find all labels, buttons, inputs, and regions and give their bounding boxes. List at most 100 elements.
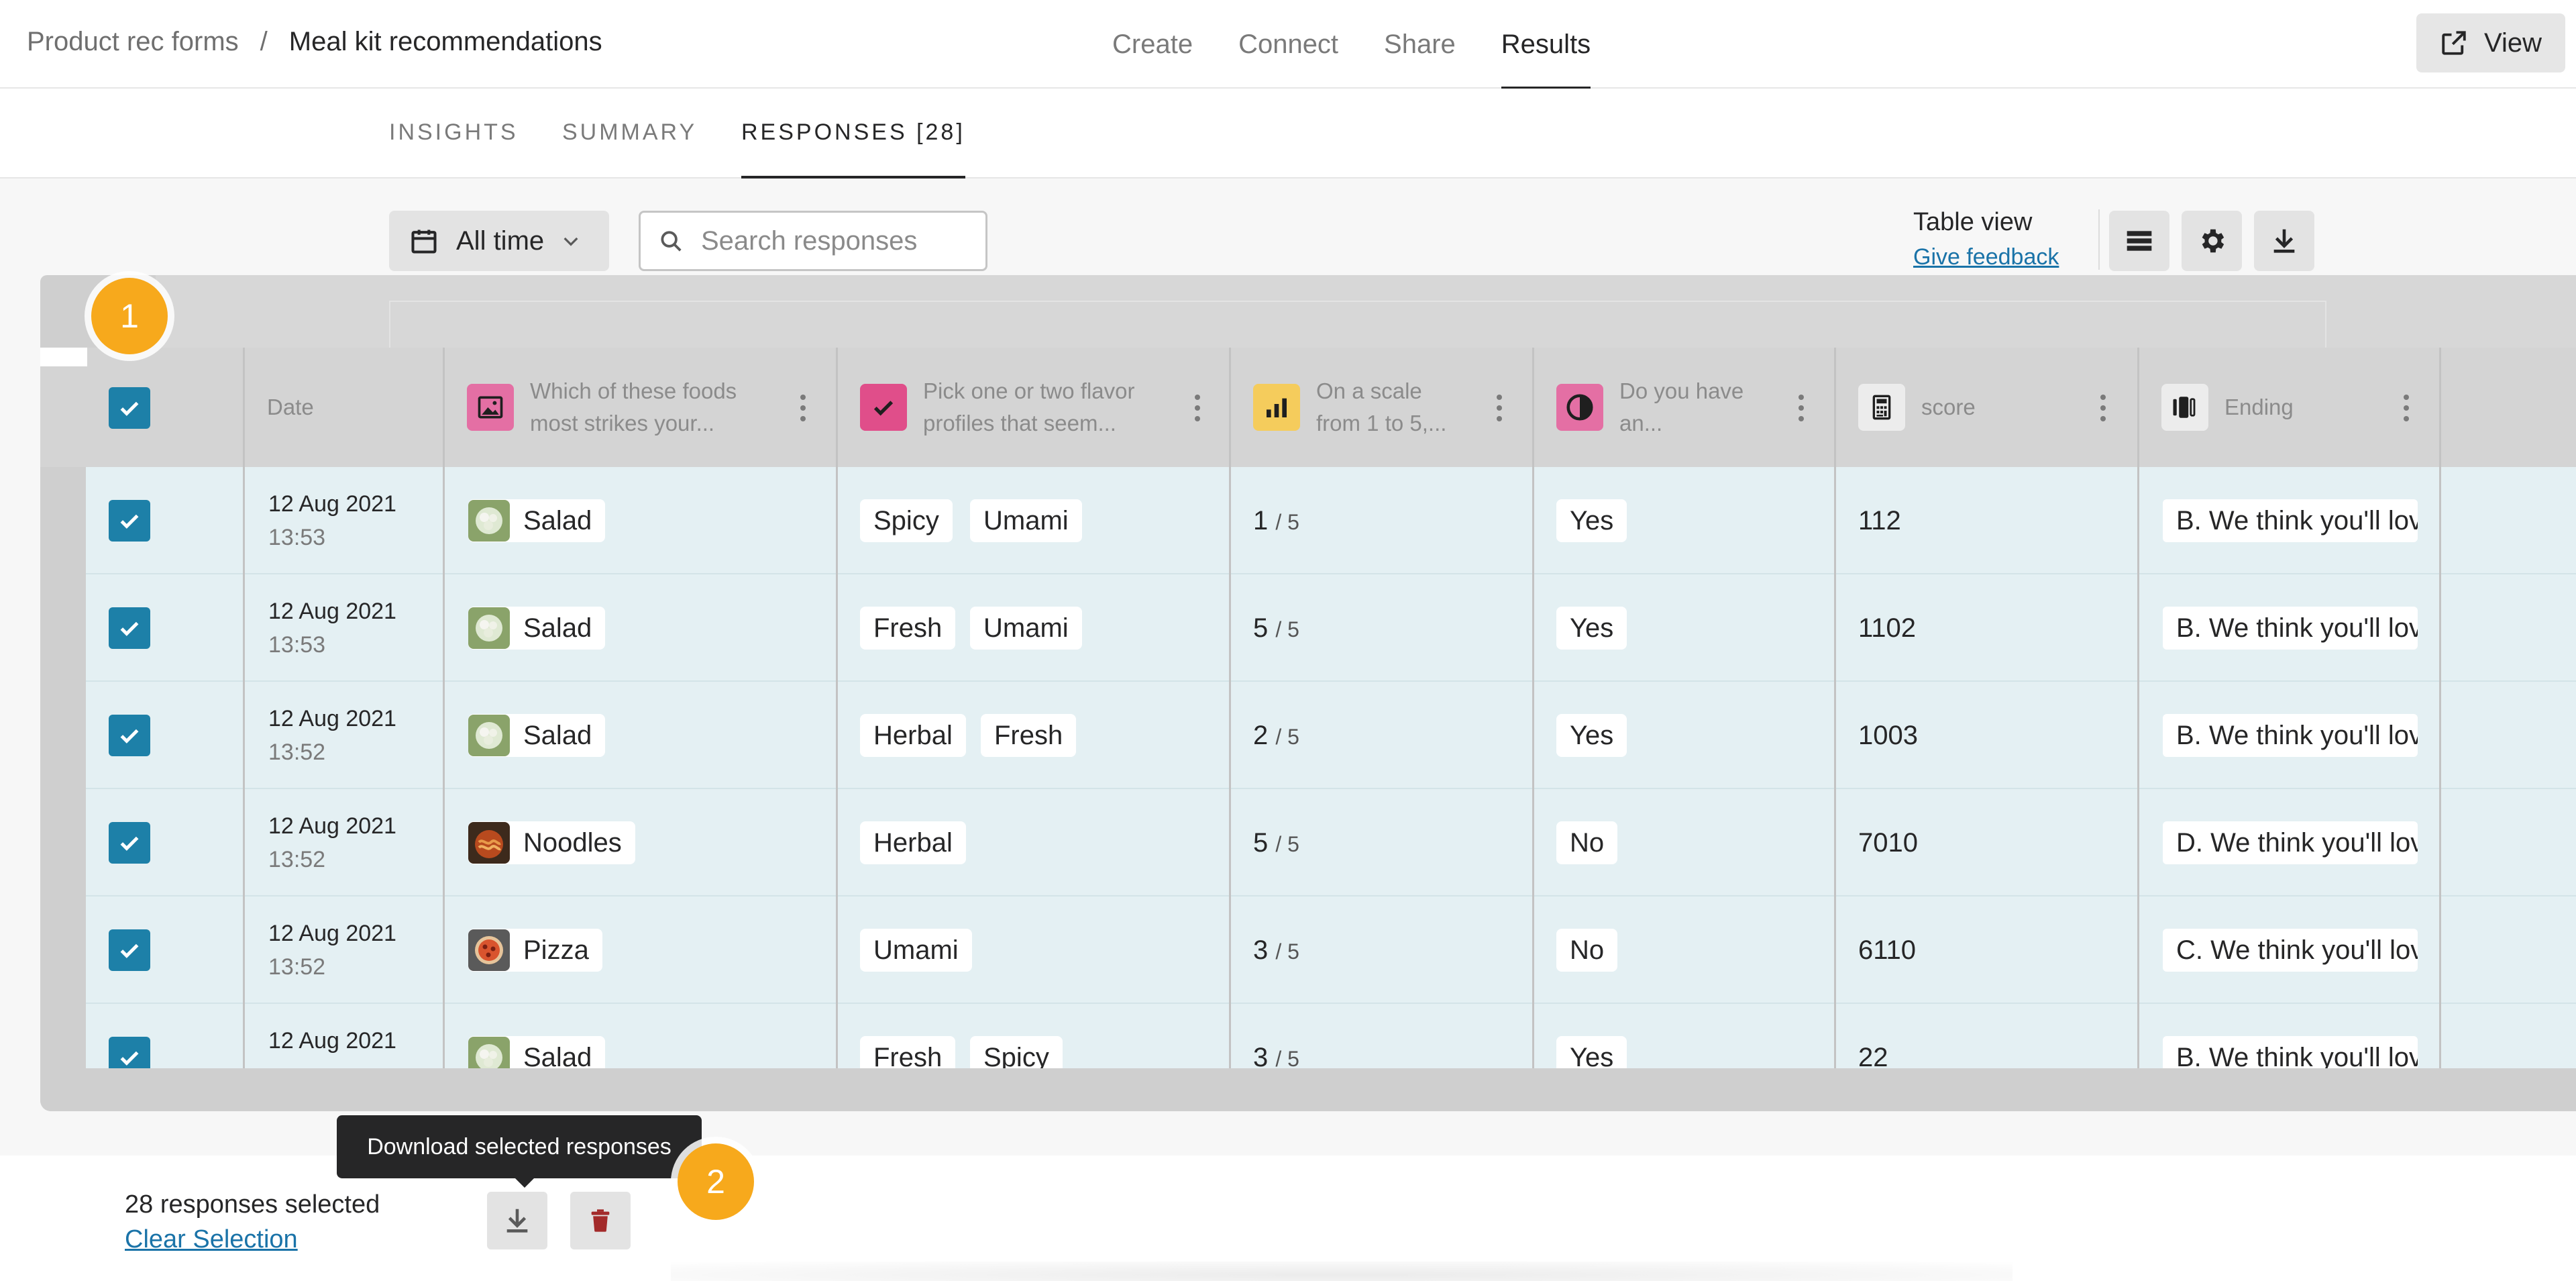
- calendar-icon: [411, 229, 437, 254]
- check-icon: [120, 943, 139, 958]
- table-row[interactable]: 12 Aug 2021 13:52 Salad Herbal Fresh 2 /…: [86, 682, 2576, 789]
- score-value: 1003: [1858, 721, 1918, 750]
- row-checkbox[interactable]: [109, 1037, 150, 1068]
- column-menu-icon[interactable]: [1194, 395, 1201, 421]
- clear-selection-link[interactable]: Clear Selection: [125, 1225, 298, 1254]
- column-separator: [1532, 348, 1534, 1068]
- check-icon: [120, 401, 139, 416]
- column-header-score-label: score: [1921, 395, 1976, 419]
- food-chip-label: Pizza: [523, 935, 589, 965]
- response-time: 13:53: [268, 525, 326, 550]
- step-marker-2: 2: [678, 1143, 754, 1220]
- column-header-score[interactable]: score: [1858, 348, 2127, 467]
- scale-max: / 5: [1275, 510, 1299, 534]
- view-button[interactable]: View: [2416, 13, 2565, 72]
- table-row[interactable]: 12 Aug 2021 13:52 Pizza Umami 3 / 5 No 6…: [86, 896, 2576, 1004]
- give-feedback-link[interactable]: Give feedback: [1913, 244, 2059, 270]
- column-header-q1[interactable]: Which of these foods most strikes your..…: [467, 348, 802, 467]
- breadcrumb: Product rec forms / Meal kit recommendat…: [27, 27, 602, 57]
- column-menu-icon[interactable]: [800, 395, 806, 421]
- delete-selected-button[interactable]: [570, 1192, 631, 1249]
- food-chip: Salad: [468, 1036, 606, 1068]
- yes-no-chip: Yes: [1556, 607, 1627, 650]
- column-separator: [2137, 348, 2139, 1068]
- row-checkbox[interactable]: [109, 715, 150, 756]
- download-all-button[interactable]: [2254, 211, 2314, 271]
- selected-count: 28 responses selected: [125, 1190, 380, 1219]
- flavor-chip: Herbal: [860, 714, 966, 757]
- download-selected-button[interactable]: [487, 1192, 547, 1249]
- row-checkbox[interactable]: [109, 607, 150, 649]
- flavor-chip: Umami: [860, 929, 972, 972]
- table-outline: [389, 301, 2326, 348]
- table-scroll-strip: [40, 1068, 2576, 1111]
- column-header-q4[interactable]: Do you have an...: [1556, 348, 1825, 467]
- response-date: 12 Aug 2021: [268, 599, 396, 624]
- nav-results[interactable]: Results: [1501, 0, 1591, 90]
- flavor-chip: Umami: [970, 607, 1082, 650]
- search-input[interactable]: [701, 225, 969, 256]
- flavor-chip: Herbal: [860, 821, 966, 864]
- tab-responses[interactable]: RESPONSES [28]: [741, 119, 965, 179]
- check-icon: [120, 1051, 139, 1066]
- flavor-chip: Fresh: [860, 607, 956, 650]
- food-chip: Salad: [468, 714, 606, 757]
- food-chip-label: Noodles: [523, 827, 622, 858]
- date-filter-dropdown[interactable]: All time: [389, 211, 609, 271]
- ending-chip: B. We think you'll love: [2163, 1036, 2418, 1068]
- column-header-date[interactable]: Date: [267, 348, 314, 467]
- select-all-checkbox[interactable]: [109, 387, 150, 429]
- yes-no-chip: No: [1556, 821, 1618, 864]
- flavor-chip: Spicy: [970, 1036, 1063, 1068]
- nav-share[interactable]: Share: [1384, 0, 1456, 89]
- food-chip-label: Salad: [523, 613, 592, 643]
- row-checkbox[interactable]: [109, 822, 150, 864]
- table-row[interactable]: 12 Aug 2021 Salad Fresh Spicy 3 / 5 Yes …: [86, 1004, 2576, 1068]
- food-chip-label: Salad: [523, 505, 592, 535]
- column-menu-icon[interactable]: [1798, 395, 1805, 421]
- scale-number: 1: [1253, 506, 1269, 535]
- column-menu-icon[interactable]: [1496, 395, 1503, 421]
- column-header-q2[interactable]: Pick one or two flavor profiles that see…: [860, 348, 1195, 467]
- row-density-button[interactable]: [2109, 211, 2169, 271]
- breadcrumb-current: Meal kit recommendations: [288, 27, 602, 56]
- ending-chip: D. We think you'll love: [2163, 821, 2418, 864]
- bottom-shadow: [671, 1262, 2012, 1281]
- scale-value: 3 / 5: [1253, 1043, 1299, 1068]
- score-value: 1102: [1858, 613, 1917, 643]
- column-separator: [1834, 348, 1836, 1068]
- scale-number: 2: [1253, 721, 1269, 750]
- breadcrumb-root[interactable]: Product rec forms: [27, 27, 239, 57]
- table-view-label: Table view: [1913, 208, 2033, 236]
- scale-max: / 5: [1275, 725, 1299, 749]
- row-checkbox[interactable]: [109, 929, 150, 971]
- tab-insights[interactable]: INSIGHTS: [389, 119, 519, 146]
- results-subtabs: INSIGHTS SUMMARY RESPONSES [28]: [0, 89, 2576, 179]
- scale-max: / 5: [1275, 617, 1299, 642]
- nav-connect[interactable]: Connect: [1238, 0, 1338, 89]
- top-bar: Product rec forms / Meal kit recommendat…: [0, 0, 2576, 90]
- scale-number: 3: [1253, 1043, 1269, 1068]
- download-tooltip: Download selected responses: [337, 1115, 702, 1188]
- column-header-q2-label: Pick one or two flavor profiles that see…: [923, 378, 1135, 435]
- settings-button[interactable]: [2182, 211, 2242, 271]
- food-chip: Pizza: [468, 929, 602, 972]
- nav-create[interactable]: Create: [1112, 0, 1193, 89]
- column-header-ending[interactable]: Ending: [2161, 348, 2430, 467]
- table-row[interactable]: 12 Aug 2021 13:53 Salad Spicy Umami 1 / …: [86, 467, 2576, 574]
- scale-value: 5 / 5: [1253, 613, 1299, 644]
- table-row[interactable]: 12 Aug 2021 13:53 Salad Fresh Umami 5 / …: [86, 574, 2576, 682]
- column-menu-icon[interactable]: [2100, 395, 2106, 421]
- row-checkbox[interactable]: [109, 500, 150, 542]
- external-link-icon: [2442, 31, 2466, 55]
- column-header-q3[interactable]: On a scale from 1 to 5,...: [1253, 348, 1521, 467]
- table-row[interactable]: 12 Aug 2021 13:52 Noodles Herbal 5 / 5 N…: [86, 789, 2576, 896]
- calculator-icon: [1858, 384, 1905, 431]
- scale-number: 5: [1253, 613, 1269, 643]
- noodles-thumbnail: [468, 822, 510, 864]
- tab-summary[interactable]: SUMMARY: [562, 119, 697, 146]
- column-menu-icon[interactable]: [2403, 395, 2410, 421]
- multiple-choice-icon: [860, 384, 907, 431]
- scale-number: 5: [1253, 828, 1269, 858]
- scale-value: 2 / 5: [1253, 721, 1299, 751]
